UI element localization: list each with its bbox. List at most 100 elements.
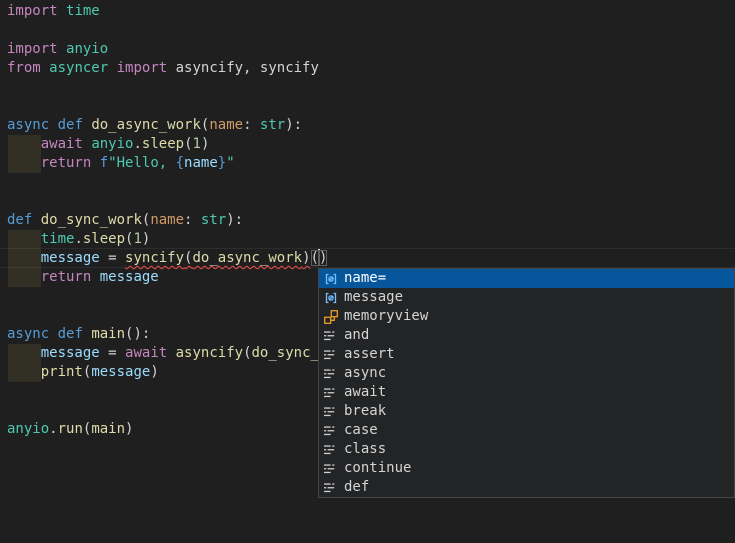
code-token: import xyxy=(117,60,168,76)
code-token: import xyxy=(7,3,58,19)
code-token: ): xyxy=(285,117,302,133)
code-token: asyncify xyxy=(176,345,243,361)
code-line[interactable]: time.sleep(1) xyxy=(7,230,150,249)
code-token xyxy=(7,345,41,361)
code-token: ( xyxy=(243,345,251,361)
code-token: 1 xyxy=(133,231,141,247)
suggest-item-label: and xyxy=(344,326,369,345)
code-line[interactable]: return message xyxy=(7,268,159,287)
code-token: : xyxy=(184,212,201,228)
symbol-variable-icon xyxy=(323,290,339,306)
code-token: main xyxy=(91,326,125,342)
code-token: return xyxy=(41,155,92,171)
code-token: 1 xyxy=(193,136,201,152)
code-token: do_sync_work xyxy=(41,212,142,228)
code-token: { xyxy=(176,155,184,171)
suggest-item-label: break xyxy=(344,402,386,421)
symbol-keyword-icon xyxy=(323,480,339,496)
code-line[interactable]: message = syncify(do_async_work)() xyxy=(7,249,327,268)
suggest-item-label: class xyxy=(344,440,386,459)
suggest-item-continue[interactable]: continue xyxy=(319,459,734,478)
symbol-keyword-icon xyxy=(323,347,339,363)
code-token: ) xyxy=(319,250,327,266)
code-token: = xyxy=(100,250,125,266)
suggest-item-def[interactable]: def xyxy=(319,478,734,497)
code-token xyxy=(91,155,99,171)
suggest-item-case[interactable]: case xyxy=(319,421,734,440)
code-token xyxy=(7,364,41,380)
code-token: run xyxy=(58,421,83,437)
code-line[interactable]: await anyio.sleep(1) xyxy=(7,135,209,154)
code-token: sleep xyxy=(83,231,125,247)
suggest-item-memoryview[interactable]: memoryview xyxy=(319,307,734,326)
code-line[interactable]: import anyio xyxy=(7,40,108,59)
code-token: name xyxy=(184,155,218,171)
suggest-item-and[interactable]: and xyxy=(319,326,734,345)
symbol-class-icon xyxy=(323,309,339,325)
code-token xyxy=(108,60,116,76)
code-token: from xyxy=(7,60,41,76)
code-token xyxy=(7,250,41,266)
suggest-item-label: case xyxy=(344,421,378,440)
code-token xyxy=(32,212,40,228)
code-token: anyio xyxy=(91,136,133,152)
code-token: name xyxy=(209,117,243,133)
code-line[interactable]: message = await asyncify(do_sync_ xyxy=(7,344,319,363)
suggest-item-label: async xyxy=(344,364,386,383)
symbol-variable-icon xyxy=(323,271,339,287)
code-token: message xyxy=(41,250,100,266)
suggest-item-async[interactable]: async xyxy=(319,364,734,383)
code-token xyxy=(58,41,66,57)
code-token: = xyxy=(100,345,125,361)
code-token: message xyxy=(91,364,150,380)
code-token: message xyxy=(100,269,159,285)
code-token: sleep xyxy=(142,136,184,152)
code-token: ) xyxy=(302,250,310,266)
code-token: message xyxy=(41,345,100,361)
code-line[interactable]: def do_sync_work(name: str): xyxy=(7,211,243,230)
code-token xyxy=(7,136,41,152)
code-token: async xyxy=(7,117,49,133)
code-line[interactable]: async def main(): xyxy=(7,325,150,344)
code-line[interactable]: print(message) xyxy=(7,363,159,382)
code-token: anyio xyxy=(7,421,49,437)
code-token: async xyxy=(7,326,49,342)
code-token xyxy=(41,60,49,76)
code-token: time xyxy=(66,3,100,19)
suggest-item-class[interactable]: class xyxy=(319,440,734,459)
code-token: f xyxy=(100,155,108,171)
code-token: } xyxy=(218,155,226,171)
code-token: asyncer xyxy=(49,60,108,76)
code-token: do_async_work xyxy=(192,250,302,266)
code-token: ) xyxy=(142,231,150,247)
suggest-widget[interactable]: name=messagememoryviewandassertasyncawai… xyxy=(318,268,735,498)
suggest-item-await[interactable]: await xyxy=(319,383,734,402)
code-token: await xyxy=(41,136,83,152)
code-line[interactable]: anyio.run(main) xyxy=(7,420,133,439)
code-token xyxy=(7,231,41,247)
code-line[interactable]: import time xyxy=(7,2,100,21)
code-token: do_sync_ xyxy=(252,345,319,361)
code-token: . xyxy=(49,421,57,437)
code-token: anyio xyxy=(66,41,108,57)
code-token: "Hello, xyxy=(108,155,175,171)
code-token: ) xyxy=(125,421,133,437)
code-token: ) xyxy=(201,136,209,152)
suggest-item-label: message xyxy=(344,288,403,307)
suggest-item-label: memoryview xyxy=(344,307,428,326)
symbol-keyword-icon xyxy=(323,385,339,401)
editor-screen: import timeimport anyiofrom asyncer impo… xyxy=(0,0,735,543)
symbol-keyword-icon xyxy=(323,328,339,344)
code-token: time xyxy=(41,231,75,247)
code-token xyxy=(49,117,57,133)
suggest-item-break[interactable]: break xyxy=(319,402,734,421)
code-token: print xyxy=(41,364,83,380)
suggest-item-label: name= xyxy=(344,269,386,288)
code-line[interactable]: from asyncer import asyncify, syncify xyxy=(7,59,319,78)
suggest-item-assert[interactable]: assert xyxy=(319,345,734,364)
code-line[interactable]: async def do_async_work(name: str): xyxy=(7,116,302,135)
suggest-item-message[interactable]: message xyxy=(319,288,734,307)
symbol-keyword-icon xyxy=(323,423,339,439)
suggest-item-name[interactable]: name= xyxy=(319,269,734,288)
code-line[interactable]: return f"Hello, {name}" xyxy=(7,154,235,173)
